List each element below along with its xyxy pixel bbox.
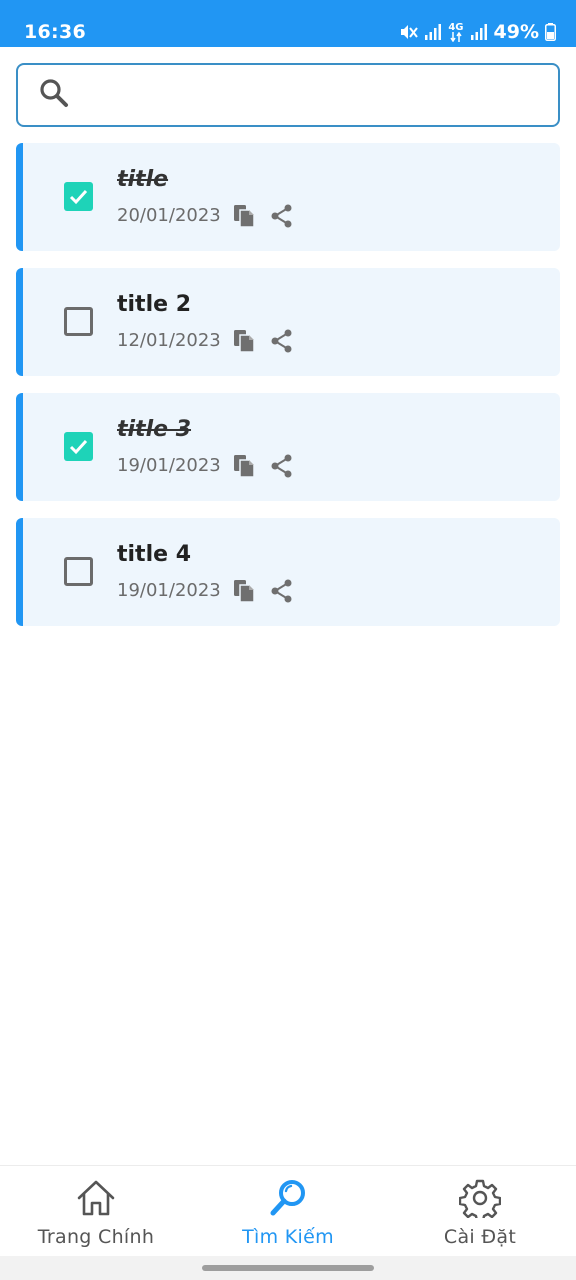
task-item[interactable]: title 3 19/01/2023 — [16, 393, 560, 501]
signal-icon-2 — [470, 23, 488, 41]
task-checkbox[interactable] — [64, 432, 93, 461]
task-item[interactable]: title 4 19/01/2023 — [16, 518, 560, 626]
task-title: title 2 — [117, 292, 192, 317]
task-date: 19/01/2023 — [117, 580, 221, 601]
search-icon — [38, 77, 70, 113]
network-type-icon: 4G — [448, 21, 464, 42]
mute-icon — [398, 22, 419, 42]
task-checkbox[interactable] — [64, 557, 93, 586]
network-type-label: 4G — [448, 21, 464, 33]
task-checkbox[interactable] — [64, 182, 93, 211]
share-icon[interactable] — [269, 203, 295, 233]
task-item[interactable]: title 20/01/2023 — [16, 143, 560, 251]
task-checkbox[interactable] — [64, 307, 93, 336]
nav-item-home[interactable]: Trang Chính — [0, 1166, 192, 1256]
status-icons: 4G 49% — [398, 21, 556, 43]
screen: 16:36 4G 49% title 20/01/2023 title 2 12… — [0, 0, 576, 1280]
signal-icon — [424, 23, 442, 41]
search-input[interactable] — [82, 75, 558, 115]
share-icon[interactable] — [269, 578, 295, 608]
status-bar: 16:36 4G 49% — [0, 0, 576, 47]
task-title: title 3 — [117, 417, 192, 442]
task-date: 12/01/2023 — [117, 330, 221, 351]
status-time: 16:36 — [24, 21, 86, 43]
battery-percent: 49% — [493, 21, 539, 43]
copy-icon[interactable] — [232, 203, 258, 233]
share-icon[interactable] — [269, 328, 295, 358]
gesture-handle[interactable] — [202, 1265, 374, 1271]
nav-label-settings: Cài Đặt — [443, 1226, 517, 1248]
search-icon — [267, 1178, 309, 1222]
task-title: title 4 — [117, 542, 192, 567]
task-list: title 20/01/2023 title 2 12/01/2023 titl… — [16, 143, 560, 643]
nav-item-search[interactable]: Tìm Kiếm — [192, 1166, 384, 1256]
nav-label-search: Tìm Kiếm — [242, 1226, 334, 1248]
copy-icon[interactable] — [232, 453, 258, 483]
gear-icon — [458, 1178, 502, 1223]
task-item[interactable]: title 2 12/01/2023 — [16, 268, 560, 376]
battery-icon — [545, 23, 556, 41]
home-icon — [75, 1178, 117, 1222]
task-date: 19/01/2023 — [117, 455, 221, 476]
share-icon[interactable] — [269, 453, 295, 483]
task-date: 20/01/2023 — [117, 205, 221, 226]
bottom-nav: Trang Chính Tìm Kiếm Cài Đặt — [0, 1165, 576, 1256]
nav-item-settings[interactable]: Cài Đặt — [384, 1166, 576, 1256]
search-box[interactable] — [16, 63, 560, 127]
nav-label-home: Trang Chính — [37, 1226, 155, 1248]
task-title: title — [117, 167, 169, 192]
copy-icon[interactable] — [232, 328, 258, 358]
copy-icon[interactable] — [232, 578, 258, 608]
